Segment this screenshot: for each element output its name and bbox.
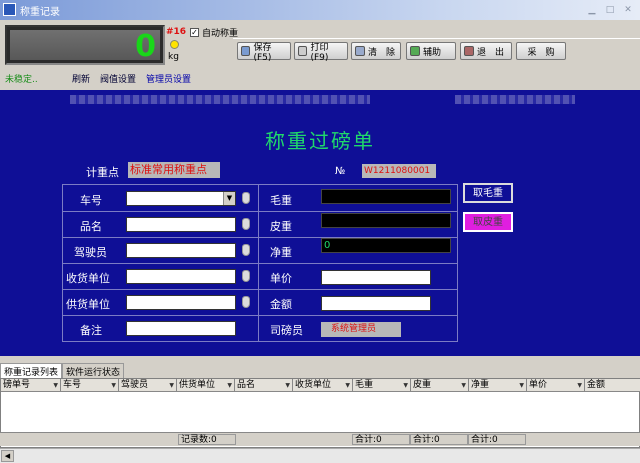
- clear-button[interactable]: 清 除: [351, 42, 401, 60]
- unit-price-field[interactable]: [321, 270, 431, 285]
- get-gross-weight-button[interactable]: 取毛重: [463, 183, 513, 203]
- assist-icon: [410, 46, 420, 56]
- chevron-down-icon[interactable]: ▼: [223, 192, 235, 205]
- col-driver[interactable]: 驾驶员 ▼: [119, 379, 177, 392]
- gross-total: 合计:0: [352, 434, 410, 445]
- save-icon: [241, 46, 251, 56]
- driver-label: 驾驶员: [74, 246, 107, 259]
- mouse-icon[interactable]: [242, 192, 250, 204]
- tare-weight-label: 皮重: [270, 220, 292, 233]
- weighing-form-panel: 称重过磅单 计重点 标准常用称重点 № W1211080001 车号 品名 驾驶…: [0, 90, 640, 356]
- mouse-icon[interactable]: [242, 270, 250, 282]
- mouse-icon[interactable]: [242, 218, 250, 230]
- weight-unit: kg: [168, 52, 179, 62]
- table-header: 磅单号 ▼ 车号 ▼ 驾驶员 ▼ 供货单位 ▼ 品名 ▼ 收货单位 ▼ 毛重 ▼ 皮重 ▼ 净重…: [1, 379, 640, 392]
- col-unit-price[interactable]: 单价 ▼: [527, 379, 585, 392]
- toolbar-divider: [233, 38, 640, 39]
- weight-reading: 0: [135, 29, 156, 64]
- stability-status: 未稳定..: [5, 75, 38, 85]
- title-bar: 称重记录 ▁ □ ✕: [0, 0, 640, 20]
- minimize-icon[interactable]: ▁: [584, 3, 600, 17]
- print-icon: [298, 46, 308, 56]
- threshold-settings-link[interactable]: 阀值设置: [100, 72, 136, 85]
- horizontal-scrollbar[interactable]: ◀: [0, 448, 640, 463]
- driver-field[interactable]: [126, 243, 236, 258]
- gross-weight-field[interactable]: [321, 189, 451, 204]
- window-title: 称重记录: [20, 7, 60, 18]
- blurred-text: [455, 95, 575, 104]
- admin-settings-link[interactable]: 管理员设置: [146, 72, 191, 85]
- exit-button[interactable]: 退 出: [460, 42, 512, 60]
- remarks-field[interactable]: [126, 321, 236, 336]
- col-supplier[interactable]: 供货单位 ▼: [177, 379, 235, 392]
- tab-record-list[interactable]: 称重记录列表: [0, 363, 63, 379]
- net-total: 合计:0: [468, 434, 526, 445]
- tab-run-status[interactable]: 软件运行状态: [62, 363, 125, 379]
- save-button[interactable]: 保存(F5): [237, 42, 291, 63]
- scale-code: #16: [166, 27, 187, 37]
- gross-weight-label: 毛重: [270, 194, 292, 207]
- net-weight-label: 净重: [270, 246, 292, 259]
- status-led-icon: [170, 40, 179, 49]
- ticket-no-value: W1211080001: [362, 164, 436, 178]
- plate-label: 车号: [80, 194, 102, 207]
- net-weight-field[interactable]: 0: [321, 238, 451, 253]
- col-consignee[interactable]: 收货单位 ▼: [293, 379, 353, 392]
- col-tare[interactable]: 皮重 ▼: [411, 379, 469, 392]
- consignee-label: 收货单位: [66, 272, 110, 285]
- assist-button[interactable]: 辅助: [406, 42, 456, 60]
- operator-label: 司磅员: [270, 324, 303, 337]
- ticket-no-label: №: [335, 166, 346, 177]
- purchase-button[interactable]: 采 购: [516, 42, 566, 60]
- supplier-label: 供货单位: [66, 298, 110, 311]
- close-icon[interactable]: ✕: [620, 3, 636, 17]
- mouse-icon[interactable]: [242, 244, 250, 256]
- form-title: 称重过磅单: [265, 129, 375, 153]
- col-plate[interactable]: 车号 ▼: [61, 379, 119, 392]
- tare-weight-field[interactable]: [321, 213, 451, 228]
- col-net[interactable]: 净重 ▼: [469, 379, 527, 392]
- weight-display: 0: [5, 25, 165, 65]
- scroll-left-icon[interactable]: ◀: [1, 450, 14, 462]
- record-tabs: 称重记录列表 软件运行状态: [0, 363, 125, 379]
- mouse-icon[interactable]: [242, 296, 250, 308]
- table-footer: 记录数:0 合计:0 合计:0 合计:0: [0, 432, 640, 446]
- app-icon: [3, 3, 16, 16]
- unit-price-label: 单价: [270, 272, 292, 285]
- maximize-icon[interactable]: □: [602, 3, 618, 17]
- print-button[interactable]: 打印(F9): [294, 42, 348, 63]
- clear-icon: [355, 46, 365, 56]
- product-label: 品名: [80, 220, 102, 233]
- product-field[interactable]: [126, 217, 236, 232]
- operator-value: 系统管理员: [321, 322, 401, 337]
- exit-icon: [464, 46, 474, 56]
- amount-field[interactable]: [321, 296, 431, 311]
- plate-select[interactable]: ▼: [126, 191, 236, 206]
- supplier-field[interactable]: [126, 295, 236, 310]
- col-amount[interactable]: 金额: [585, 379, 640, 392]
- weigh-point-label: 计重点: [86, 166, 119, 179]
- weigh-point-select[interactable]: 标准常用称重点: [128, 162, 220, 178]
- remarks-label: 备注: [80, 324, 102, 337]
- col-product[interactable]: 品名 ▼: [235, 379, 293, 392]
- auto-weigh-checkbox[interactable]: ✓ 自动称重: [190, 26, 238, 39]
- tare-total: 合计:0: [410, 434, 468, 445]
- amount-label: 金额: [270, 298, 292, 311]
- record-count: 记录数:0: [178, 434, 236, 445]
- blurred-text: [70, 95, 370, 104]
- form-grid: [62, 184, 458, 342]
- get-tare-weight-button[interactable]: 取皮重: [463, 212, 513, 232]
- refresh-link[interactable]: 刷新: [72, 72, 90, 85]
- consignee-field[interactable]: [126, 269, 236, 284]
- col-ticket-no[interactable]: 磅单号 ▼: [1, 379, 61, 392]
- col-gross[interactable]: 毛重 ▼: [353, 379, 411, 392]
- checkbox-check-icon: ✓: [190, 28, 199, 37]
